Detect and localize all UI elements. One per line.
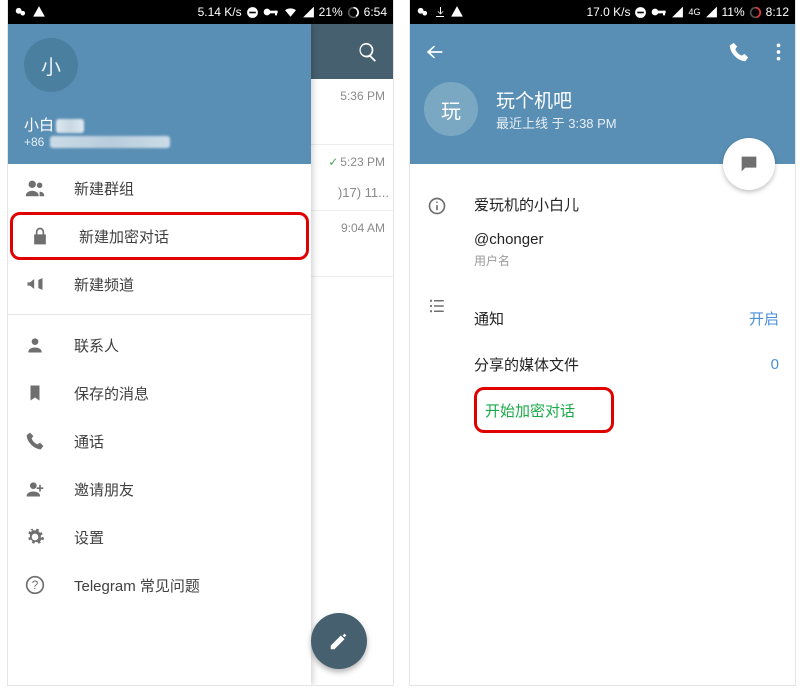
- notifications-row[interactable]: 通知 开启: [474, 295, 779, 341]
- info-icon: [426, 194, 448, 269]
- menu-label: 通话: [74, 431, 104, 452]
- help-icon: ?: [24, 575, 46, 595]
- lock-icon: [29, 226, 51, 246]
- check-icon: ✓: [328, 155, 338, 169]
- wifi-icon: [283, 6, 298, 18]
- shared-media-row[interactable]: 分享的媒体文件 0: [474, 341, 779, 387]
- new-channel-item[interactable]: 新建频道: [8, 260, 311, 308]
- settings-item[interactable]: 设置: [8, 513, 311, 561]
- search-icon[interactable]: [357, 41, 379, 63]
- navigation-drawer: 小 小白 +86 新建群组 新建加密对话 新建频道 联系人: [8, 24, 311, 685]
- menu-label: 邀请朋友: [74, 479, 134, 500]
- shared-media-label: 分享的媒体文件: [474, 354, 745, 375]
- menu-label: 新建加密对话: [79, 226, 169, 247]
- profile-bio: 爱玩机的小白儿: [474, 194, 779, 215]
- group-icon: [24, 177, 46, 199]
- chat-time: 5:36 PM: [340, 89, 385, 103]
- call-icon[interactable]: [728, 41, 750, 63]
- chat-list: 5:36 PM ✓5:23 PM )17) 11... 9:04 AM: [311, 24, 393, 685]
- menu-label: 设置: [74, 527, 104, 548]
- status-bar: 17.0 K/s 4G 11% 8:12: [410, 0, 795, 24]
- status-net: 4G: [688, 7, 700, 17]
- gear-icon: [24, 527, 46, 547]
- wechat-icon: [416, 5, 430, 19]
- notifications-label: 通知: [474, 308, 723, 329]
- profile-body: 爱玩机的小白儿 @chonger 用户名 通知 开启 分享的媒体文件 0 开始加…: [410, 164, 795, 433]
- signal-icon: [302, 6, 315, 18]
- add-user-icon: [24, 479, 46, 499]
- drawer-phone: +86: [24, 135, 295, 149]
- battery-ring-icon: [347, 6, 360, 19]
- chat-appbar: [311, 24, 393, 79]
- contact-icon: [24, 335, 46, 355]
- avatar[interactable]: 玩: [424, 82, 478, 136]
- megaphone-icon: [24, 274, 46, 294]
- vpn-key-icon: [651, 6, 667, 18]
- warning-icon: [32, 5, 46, 19]
- battery-ring-icon: [749, 6, 762, 19]
- signal-icon: [705, 6, 718, 18]
- phone-icon: [24, 431, 46, 451]
- contacts-item[interactable]: 联系人: [8, 321, 311, 369]
- shared-media-value: 0: [771, 356, 779, 373]
- faq-item[interactable]: ? Telegram 常见问题: [8, 561, 311, 609]
- phone-left: 5.14 K/s 21% 6:54 5:36 PM ✓5:23 PM )17) …: [8, 0, 393, 685]
- chat-row[interactable]: 5:36 PM: [311, 79, 393, 145]
- message-fab[interactable]: [723, 138, 775, 190]
- drawer-username: 小白: [24, 114, 295, 135]
- svg-text:?: ?: [32, 579, 39, 592]
- start-secret-chat-label: 开始加密对话: [485, 400, 575, 421]
- divider: [8, 314, 311, 315]
- menu-label: 联系人: [74, 335, 119, 356]
- status-time: 6:54: [364, 5, 387, 19]
- status-speed: 5.14 K/s: [198, 5, 242, 19]
- status-bar: 5.14 K/s 21% 6:54: [8, 0, 393, 24]
- signal-icon: [671, 6, 684, 18]
- status-battery: 21%: [319, 5, 343, 19]
- calls-item[interactable]: 通话: [8, 417, 311, 465]
- vpn-key-icon: [263, 6, 279, 18]
- profile-last-seen: 最近上线 于 3:38 PM: [496, 113, 617, 132]
- info-section: 爱玩机的小白儿 @chonger 用户名: [426, 194, 779, 269]
- more-icon[interactable]: [776, 42, 781, 62]
- menu-label: 保存的消息: [74, 383, 149, 404]
- chat-row[interactable]: ✓5:23 PM )17) 11...: [311, 145, 393, 211]
- settings-section: 通知 开启 分享的媒体文件 0 开始加密对话: [426, 295, 779, 433]
- notifications-value: 开启: [749, 308, 779, 329]
- saved-messages-item[interactable]: 保存的消息: [8, 369, 311, 417]
- list-icon: [426, 295, 448, 433]
- new-group-item[interactable]: 新建群组: [8, 164, 311, 212]
- chat-row[interactable]: 9:04 AM: [311, 211, 393, 277]
- chat-time: 9:04 AM: [341, 221, 385, 235]
- avatar[interactable]: 小: [24, 38, 78, 92]
- profile-username[interactable]: @chonger: [474, 231, 779, 248]
- menu-label: Telegram 常见问题: [74, 575, 200, 596]
- status-battery: 11%: [722, 5, 745, 19]
- status-speed: 17.0 K/s: [586, 5, 630, 19]
- profile-name: 玩个机吧: [496, 86, 617, 113]
- download-icon: [434, 5, 446, 19]
- back-icon[interactable]: [424, 41, 446, 63]
- chat-time: ✓5:23 PM: [328, 155, 385, 169]
- compose-fab[interactable]: [311, 613, 367, 669]
- menu-label: 新建群组: [74, 178, 134, 199]
- menu-label: 新建频道: [74, 274, 134, 295]
- profile-username-label: 用户名: [474, 252, 779, 269]
- bookmark-icon: [24, 383, 46, 403]
- wechat-icon: [14, 5, 28, 19]
- drawer-menu: 新建群组 新建加密对话 新建频道 联系人 保存的消息 通话: [8, 164, 311, 609]
- warning-icon: [450, 5, 464, 19]
- start-secret-chat-row[interactable]: 开始加密对话: [474, 387, 614, 433]
- dnd-icon: [246, 6, 259, 19]
- dnd-icon: [634, 6, 647, 19]
- status-time: 8:12: [766, 5, 789, 19]
- profile-header: 玩 玩个机吧 最近上线 于 3:38 PM: [410, 24, 795, 164]
- invite-friends-item[interactable]: 邀请朋友: [8, 465, 311, 513]
- new-secret-chat-item[interactable]: 新建加密对话: [10, 212, 309, 260]
- phone-right: 17.0 K/s 4G 11% 8:12 玩 玩个机吧 最近上线 于 3:38 …: [410, 0, 795, 685]
- chat-preview: )17) 11...: [315, 185, 389, 200]
- drawer-header: 小 小白 +86: [8, 24, 311, 164]
